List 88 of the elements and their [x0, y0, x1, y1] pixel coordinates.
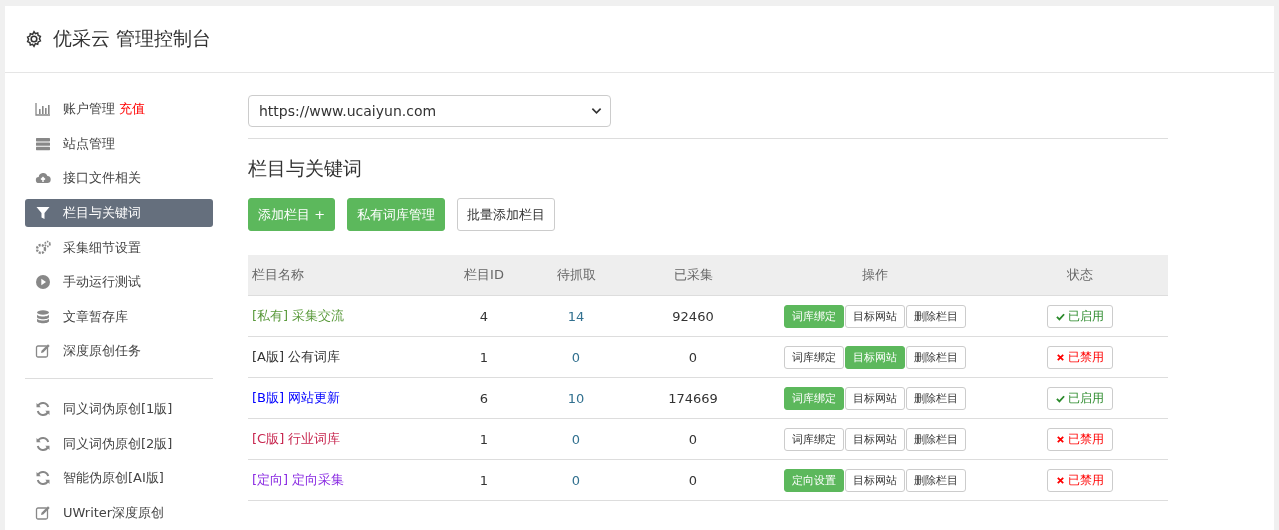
- refresh-icon: [35, 435, 51, 452]
- check-icon: [1055, 311, 1065, 321]
- database-icon: [35, 308, 51, 325]
- status-button[interactable]: 已禁用: [1046, 468, 1113, 492]
- status-button[interactable]: 已禁用: [1046, 345, 1113, 369]
- cross-icon: [1055, 352, 1065, 362]
- column-name: [定向] 定向采集: [252, 472, 345, 487]
- sidebar-label: 同义词伪原创[1版]: [63, 400, 173, 418]
- caret-icon: [591, 107, 602, 115]
- sidebar-item[interactable]: 同义词伪原创[2版]: [25, 429, 213, 458]
- sidebar-label: 采集细节设置: [63, 238, 141, 257]
- table-cell: 6: [479, 390, 489, 406]
- table-cell: 4: [479, 308, 489, 324]
- edit-icon: [35, 343, 51, 360]
- sidebar-item[interactable]: UWriter深度原创: [25, 498, 213, 528]
- cross-icon: [1055, 475, 1065, 485]
- sidebar-label: 智能伪原创[AI版]: [63, 469, 164, 488]
- column-name: [A版] 公有词库: [252, 349, 341, 364]
- sidebar-label: 账户管理: [63, 100, 115, 119]
- sidebar-item[interactable]: 账户管理 充值: [25, 95, 213, 124]
- table-cell: 174669: [668, 390, 718, 406]
- sidebar-label: 站点管理: [63, 134, 115, 153]
- status-button[interactable]: 已启用: [1046, 304, 1113, 328]
- action-button[interactable]: 词库绑定: [783, 345, 844, 369]
- table-cell: 1: [479, 431, 489, 447]
- table-cell: 0: [571, 431, 581, 447]
- status-button[interactable]: 已禁用: [1046, 427, 1113, 451]
- sidebar-label: UWriter深度原创: [63, 503, 165, 522]
- status-button[interactable]: 已启用: [1046, 386, 1113, 410]
- table-cell: 0: [571, 349, 581, 365]
- action-button[interactable]: 目标网站: [844, 427, 905, 451]
- cross-icon: [1055, 434, 1065, 444]
- action-button[interactable]: 删除栏目: [905, 345, 966, 369]
- sidebar-label: 深度原创任务: [63, 342, 141, 361]
- sidebar-item[interactable]: 接口文件相关: [25, 164, 213, 193]
- column-name: [C版] 行业词库: [252, 431, 341, 446]
- column-header: 已采集: [673, 267, 713, 282]
- recharge-link[interactable]: 充值: [119, 100, 145, 119]
- sidebar-item[interactable]: 手动运行测试: [25, 267, 213, 297]
- table-cell: 10: [567, 390, 585, 406]
- table-cell: 0: [571, 472, 581, 488]
- sidebar-item[interactable]: 栏目与关键词: [25, 198, 213, 228]
- sidebar-label: 手动运行测试: [63, 273, 141, 292]
- action-button[interactable]: 删除栏目: [905, 304, 966, 328]
- filter-icon: [35, 205, 51, 222]
- sidebar-item[interactable]: 深度原创任务: [25, 337, 213, 366]
- table-cell: 0: [688, 472, 698, 488]
- sidebar-item[interactable]: 智能伪原创[AI版]: [25, 463, 213, 493]
- action-button[interactable]: 词库绑定: [783, 427, 844, 451]
- table-cell: 1: [479, 349, 489, 365]
- action-button[interactable]: 删除栏目: [905, 468, 966, 492]
- server-icon: [35, 135, 51, 152]
- action-button[interactable]: 删除栏目: [905, 427, 966, 451]
- column-name: [B版] 网站更新: [252, 390, 341, 405]
- table-cell: 0: [688, 349, 698, 365]
- sidebar-item[interactable]: 文章暂存库: [25, 302, 213, 332]
- column-header: 待抓取: [556, 267, 596, 282]
- bar-chart-icon: [35, 101, 51, 118]
- action-button[interactable]: 删除栏目: [905, 386, 966, 410]
- table-cell: 1: [479, 472, 489, 488]
- column-name: [私有] 采集交流: [252, 308, 345, 323]
- check-icon: [1055, 393, 1065, 403]
- table-cell: 14: [567, 308, 585, 324]
- column-header: 栏目ID: [464, 267, 504, 282]
- sidebar-item[interactable]: 采集细节设置: [25, 233, 213, 262]
- sidebar-label: 同义词伪原创[2版]: [63, 434, 173, 453]
- action-button[interactable]: 目标网站: [844, 468, 905, 492]
- refresh-icon: [35, 401, 51, 417]
- toolbar-button[interactable]: 批量添加栏目: [457, 198, 556, 231]
- table-cell: 0: [688, 431, 698, 447]
- gear-icon: [25, 30, 43, 48]
- console-title: 优采云 管理控制台: [53, 26, 212, 51]
- column-header: 栏目名称: [252, 267, 304, 282]
- site-dropdown[interactable]: https://www.ucaiyun.com: [248, 95, 611, 127]
- action-button[interactable]: 目标网站: [844, 304, 905, 328]
- table-cell: 92460: [672, 308, 714, 324]
- column-header: 操作: [862, 267, 888, 282]
- action-button[interactable]: 目标网站: [844, 386, 905, 410]
- play-icon: [35, 274, 51, 291]
- edit-icon: [35, 504, 51, 521]
- section-title: 栏目与关键词: [248, 156, 363, 181]
- sidebar-item[interactable]: 站点管理: [25, 129, 213, 159]
- sidebar-label: 栏目与关键词: [63, 204, 141, 223]
- sidebar-label: 接口文件相关: [63, 169, 141, 188]
- sidebar-label: 文章暂存库: [63, 307, 128, 326]
- refresh-icon: [35, 470, 51, 487]
- sidebar-item[interactable]: 同义词伪原创[1版]: [25, 394, 213, 424]
- column-header: 状态: [1066, 267, 1093, 282]
